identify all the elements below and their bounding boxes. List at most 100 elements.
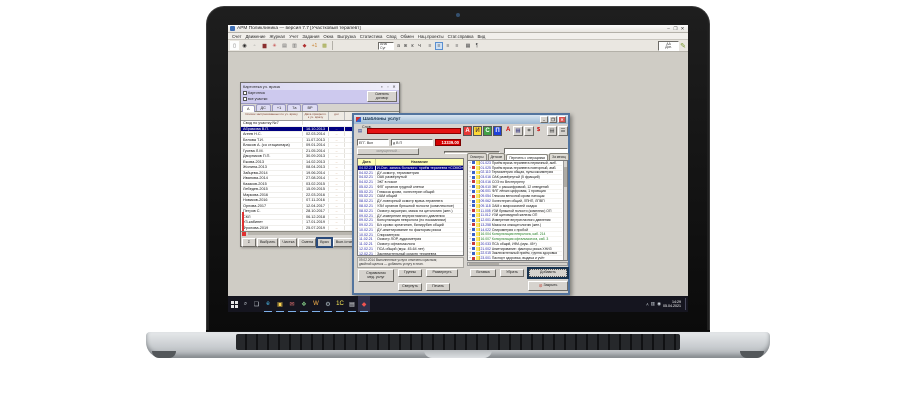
align-button[interactable]: ≡ <box>453 42 461 50</box>
menu-item[interactable]: Журнал <box>270 34 286 39</box>
browser-icon[interactable]: e <box>262 296 274 312</box>
dialog-maximize-button[interactable]: ❐ <box>549 116 557 123</box>
patients-tab[interactable]: ВР <box>302 104 317 111</box>
plan-column-name[interactable]: Название <box>376 159 463 165</box>
dialog-minimize-button[interactable]: – <box>540 116 548 123</box>
patients-tab[interactable]: А <box>242 105 255 112</box>
print-button[interactable]: Печать <box>426 283 450 291</box>
checkbox-icon[interactable] <box>243 97 247 101</box>
catalog-tab[interactable]: Осмотры <box>467 153 487 160</box>
close-dialog-button[interactable]: ⊘ Закрыть <box>528 281 568 291</box>
align-button[interactable]: ≡ <box>435 42 443 50</box>
doc-icon[interactable]: ▥ <box>290 41 299 50</box>
tray-arrow-icon[interactable]: ˄ <box>646 302 649 307</box>
card-icon[interactable]: ⌗ <box>524 126 534 136</box>
loaded-button[interactable]: запущенный... <box>357 148 419 155</box>
catalog-hscrollbar[interactable] <box>467 262 568 266</box>
new-doc-icon[interactable]: ▯ <box>230 41 239 50</box>
copy-icon[interactable]: ▤ <box>280 41 289 50</box>
code-field[interactable]: ЕГГ. Вкл <box>357 139 389 146</box>
checkbox-icon[interactable] <box>243 91 247 95</box>
taskbar-clock[interactable]: 14:29 05.04.2021 <box>663 300 681 308</box>
insert-button[interactable]: Вставка <box>470 269 496 277</box>
menu-item[interactable]: Вид <box>477 34 485 39</box>
format-extra-button[interactable]: ¶ <box>473 42 481 50</box>
letter-filter-button[interactable]: А <box>463 126 472 136</box>
list-icon[interactable]: ▤ <box>547 126 557 136</box>
close-button[interactable]: ✕ <box>679 26 686 32</box>
menu-item[interactable]: Выгрузка <box>337 34 355 39</box>
minimize-button[interactable]: – <box>665 26 672 31</box>
search-icon[interactable]: ⌕ <box>240 296 251 312</box>
zoom-box[interactable]: АА Доп. <box>658 41 679 51</box>
menu-item[interactable]: Обмен <box>400 34 413 39</box>
format-letter-button[interactable]: ж <box>402 42 409 50</box>
patients-close-button[interactable]: ✕ <box>391 84 397 89</box>
patients-action-button[interactable]: Выбрать <box>257 238 278 247</box>
patients-tab[interactable]: ДС <box>256 104 271 111</box>
menu-item[interactable]: Задания <box>302 34 319 39</box>
groups-button[interactable]: Группы <box>398 269 422 277</box>
patients-tab[interactable]: 7а <box>287 104 301 111</box>
scroll-thumb[interactable] <box>469 263 499 265</box>
dialog-close-button[interactable]: ✕ <box>558 116 566 123</box>
expand-button[interactable]: Развернуть <box>426 269 458 277</box>
menu-icon[interactable]: ☰ <box>558 126 568 136</box>
reference-button[interactable]: Справочникмед. услуг <box>358 269 394 282</box>
menu-item[interactable]: Окна <box>323 34 333 39</box>
table-icon[interactable]: ▦ <box>513 126 523 136</box>
show-desktop-button[interactable] <box>685 298 687 310</box>
menu-item[interactable]: Движение <box>246 34 266 39</box>
network-icon[interactable]: ▥ <box>651 301 655 307</box>
collapse-button[interactable]: Свернуть <box>398 283 422 291</box>
office-icon[interactable]: W <box>310 296 322 312</box>
catalog-tab[interactable]: За месяц <box>549 153 569 160</box>
align-button[interactable]: ≡ <box>444 42 452 50</box>
menu-item[interactable]: Статистика <box>360 34 383 39</box>
name-field[interactable]: д В П <box>391 139 433 146</box>
mis-icon[interactable]: ◆ <box>358 296 370 312</box>
mail-icon[interactable]: ✉ <box>286 296 298 312</box>
pencil-icon[interactable]: ✎ <box>680 42 686 50</box>
catalog-vscrollbar[interactable] <box>563 161 567 260</box>
explorer-icon[interactable]: ▣ <box>274 296 286 312</box>
letter-filter-button[interactable]: И <box>473 126 482 136</box>
settings-icon[interactable]: ⚙ <box>322 296 334 312</box>
align-button[interactable]: ≡ <box>426 42 434 50</box>
one-c-icon[interactable]: 1С <box>334 296 346 312</box>
dollar-button[interactable]: $ <box>537 127 540 133</box>
photos-icon[interactable]: ❖ <box>298 296 310 312</box>
maximize-button[interactable]: ❐ <box>672 26 679 32</box>
catalog-tab[interactable]: Детские <box>488 153 506 160</box>
diamond-icon[interactable]: ◆ <box>300 41 309 50</box>
binoculars-icon[interactable]: ◉ <box>240 41 249 50</box>
patients-tab[interactable]: +1 <box>272 104 286 111</box>
list-item[interactable]: + 23.001 Паспорт здоровья, выдача и учёт <box>468 256 562 261</box>
patients-action-button[interactable]: Врач <box>317 238 332 247</box>
palette-icon[interactable]: ▩ <box>320 41 329 50</box>
start-button[interactable] <box>228 296 240 312</box>
menu-item[interactable]: Свод <box>386 34 396 39</box>
list-item[interactable]: 12.02.21 Заключительный осмотр терапевта <box>358 252 463 256</box>
patients-hscrollbar[interactable] <box>248 232 368 235</box>
book-icon[interactable]: ▆ <box>260 41 269 50</box>
patients-action-button[interactable]: Чистка <box>279 238 297 247</box>
menu-item[interactable]: Учет <box>289 34 298 39</box>
plus-one-icon[interactable]: +1 <box>310 41 319 50</box>
font-dropdown[interactable]: Arial Cyr <box>378 42 394 50</box>
taskview-icon[interactable]: ❑ <box>251 296 262 312</box>
menu-item[interactable]: Нац.проекты <box>418 34 444 39</box>
format-letter-button[interactable]: а <box>395 42 402 50</box>
remove-button[interactable]: Убрать <box>500 269 524 277</box>
plan-column-date[interactable]: Дата <box>358 159 376 165</box>
menu-item[interactable]: Стат.справка <box>448 34 474 39</box>
column-header-date[interactable]: Дата прикрепл. к уч. врачу <box>303 112 329 120</box>
change-contract-button[interactable]: Сменитьдоговор <box>367 91 397 102</box>
column-header-name[interactable]: Список застрахованных по уч. врачу <box>241 112 303 120</box>
patients-action-button[interactable]: Смена <box>298 238 316 247</box>
snowflake-icon[interactable]: ✳ <box>270 41 279 50</box>
format-letter-button[interactable]: к <box>409 42 416 50</box>
patients-action-button[interactable]: Σ <box>242 238 256 247</box>
notepad-icon[interactable]: ▤ <box>346 296 358 312</box>
menu-item[interactable]: Счет <box>232 34 242 39</box>
